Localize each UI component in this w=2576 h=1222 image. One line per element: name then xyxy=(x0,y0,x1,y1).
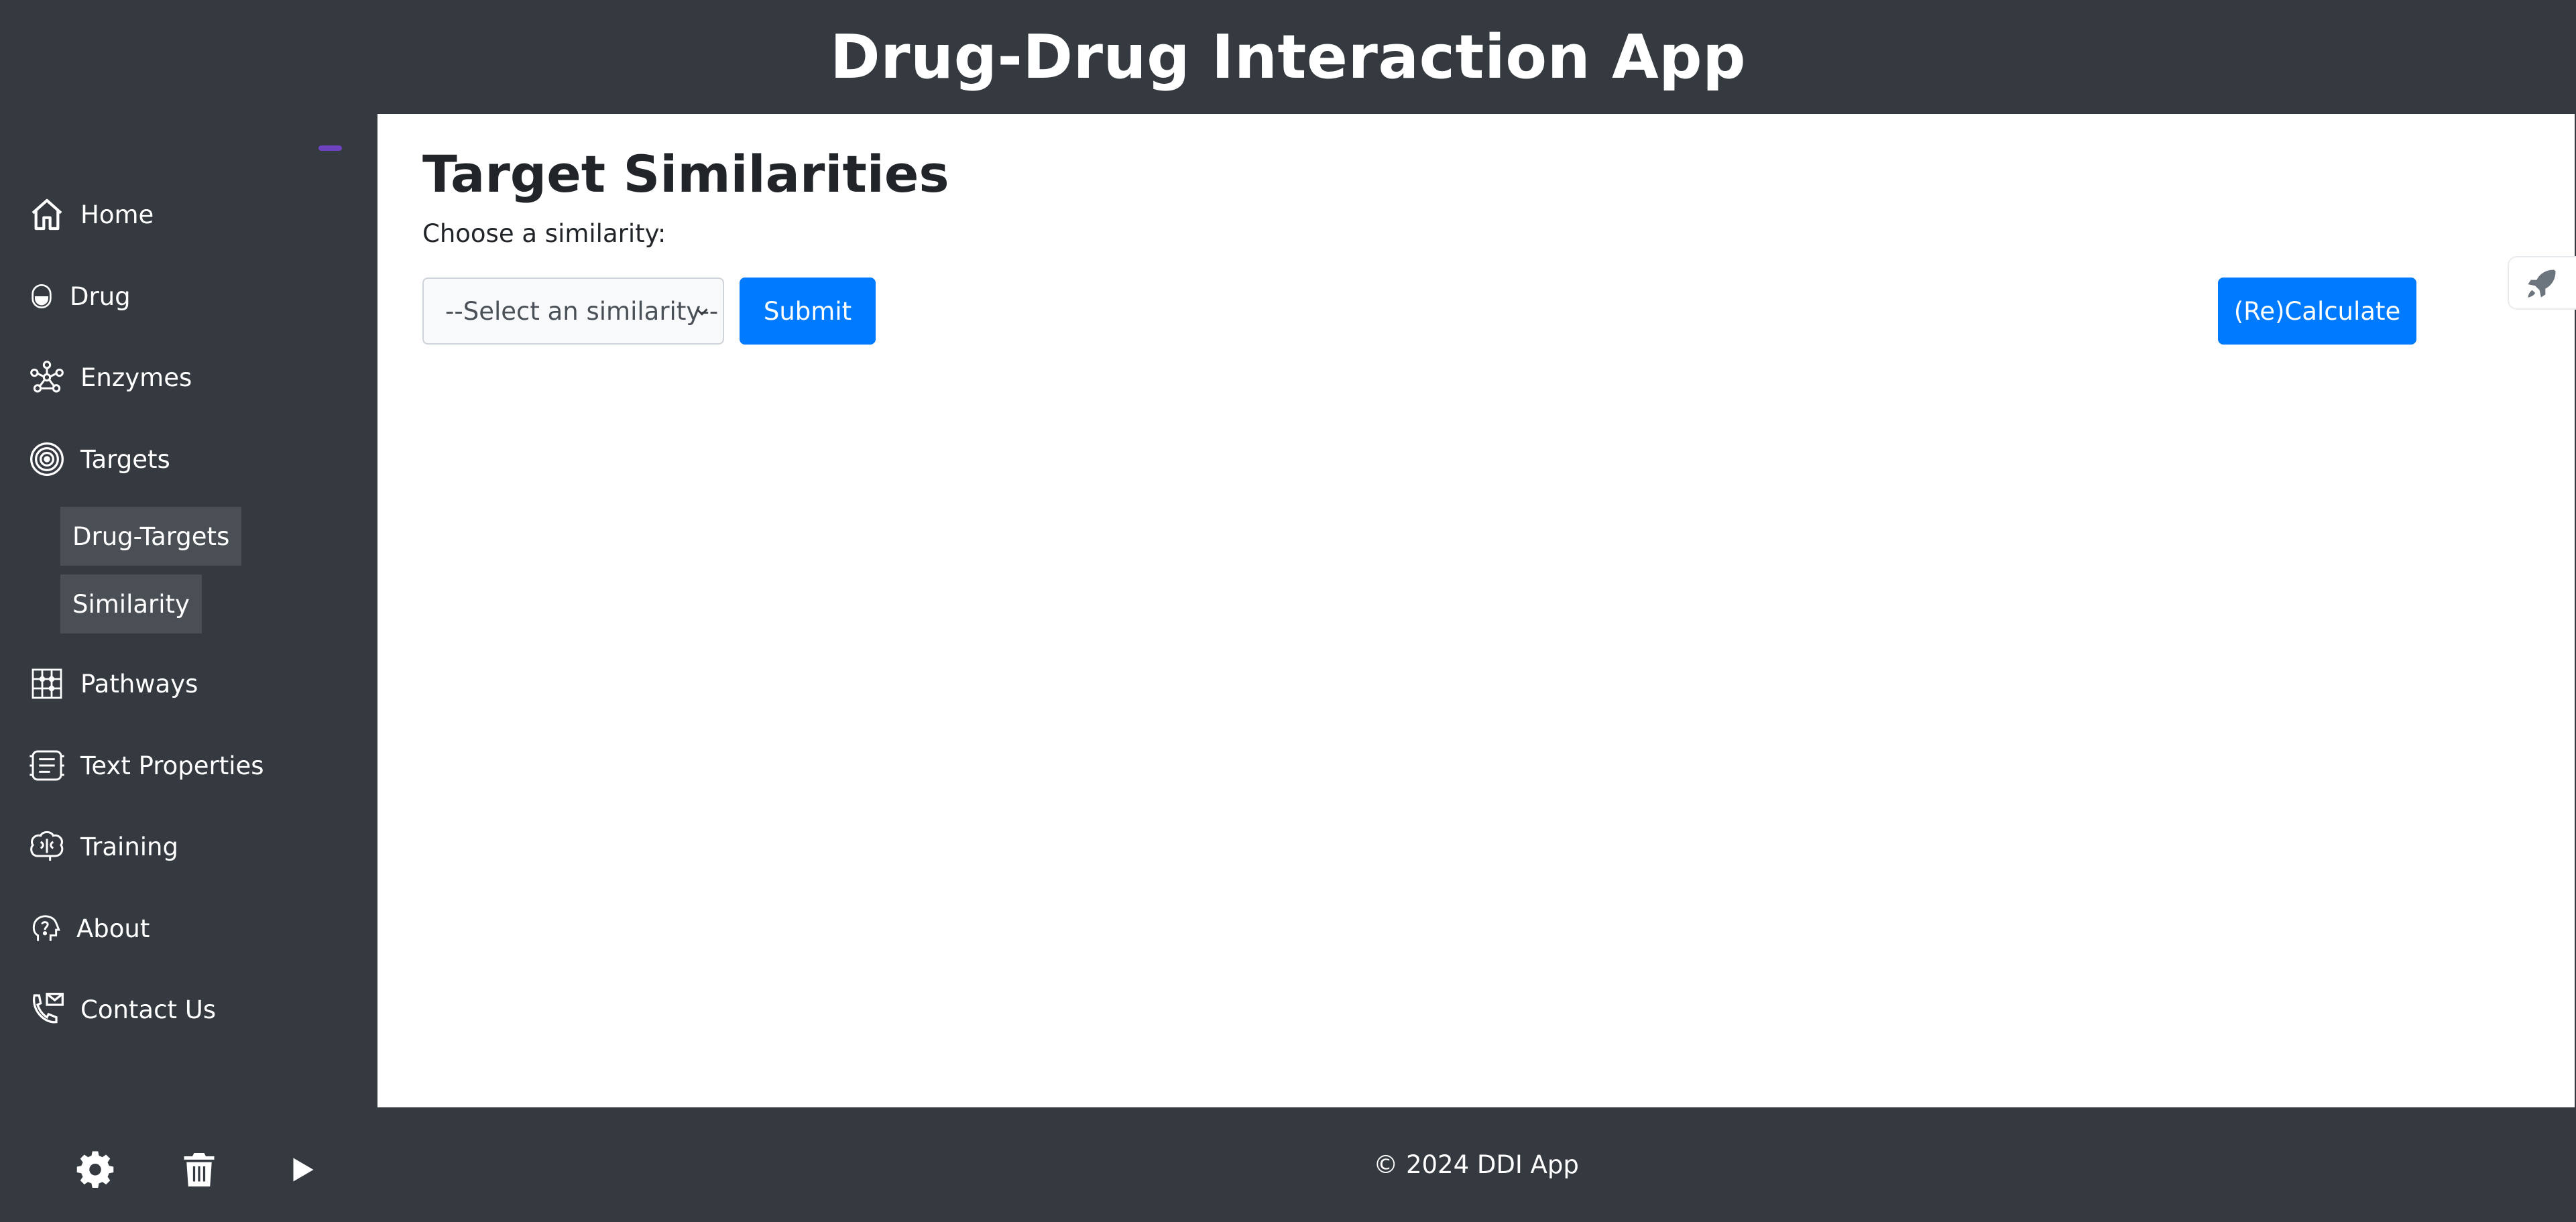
sidebar-item-about[interactable]: About xyxy=(28,902,150,955)
sidebar-item-label: Pathways xyxy=(80,669,198,698)
sidebar-bottom-toolbar xyxy=(0,1126,377,1213)
sidebar-item-label: Drug xyxy=(70,282,131,311)
submit-button[interactable]: Submit xyxy=(740,278,876,345)
home-icon xyxy=(32,198,62,231)
question-head-icon xyxy=(32,915,60,941)
sidebar: Home Drug Enzymes Targets Drug-Targets S… xyxy=(0,114,377,1222)
sidebar-item-label: Contact Us xyxy=(80,995,217,1024)
app-header: Drug-Drug Interaction App xyxy=(0,0,2576,114)
choose-similarity-label: Choose a similarity: xyxy=(422,219,666,248)
sidebar-item-pathways[interactable]: Pathways xyxy=(28,657,198,711)
sidebar-subitem-similarity[interactable]: Similarity xyxy=(60,574,202,633)
pill-icon xyxy=(32,284,52,308)
page-title: Target Similarities xyxy=(422,144,949,204)
brain-icon xyxy=(30,831,64,861)
similarity-select-value: --Select an similarity-- xyxy=(445,296,719,326)
sidebar-item-label: Home xyxy=(80,200,154,229)
sidebar-item-contact-us[interactable]: Contact Us xyxy=(28,983,216,1036)
target-icon xyxy=(30,442,64,476)
pathway-grid-icon xyxy=(32,668,62,699)
enzyme-network-icon xyxy=(30,361,64,393)
sidebar-item-label: Training xyxy=(80,832,178,861)
sidebar-item-text-properties[interactable]: Text Properties xyxy=(28,739,264,792)
main-content: Target Similarities Choose a similarity:… xyxy=(377,114,2575,1107)
sidebar-item-label: About xyxy=(76,914,150,943)
floating-tool-button[interactable] xyxy=(2508,256,2576,310)
sidebar-item-enzymes[interactable]: Enzymes xyxy=(28,351,192,404)
sidebar-item-home[interactable]: Home xyxy=(28,188,154,241)
sidebar-item-training[interactable]: Training xyxy=(28,820,178,873)
sidebar-item-label: Enzymes xyxy=(80,363,192,392)
sidebar-item-label: Text Properties xyxy=(80,751,264,780)
app-title: Drug-Drug Interaction App xyxy=(829,21,1747,93)
rocket-icon xyxy=(2528,269,2556,298)
sidebar-item-drug[interactable]: Drug xyxy=(28,269,131,323)
sidebar-item-label: Targets xyxy=(80,444,170,474)
similarity-select[interactable]: --Select an similarity-- xyxy=(422,278,724,345)
sidebar-subitem-drug-targets[interactable]: Drug-Targets xyxy=(60,507,242,566)
sidebar-item-targets[interactable]: Targets xyxy=(28,432,170,486)
sidebar-collapse-toggle[interactable] xyxy=(318,145,342,151)
chevron-down-icon xyxy=(696,308,708,316)
phone-mail-icon xyxy=(32,993,64,1024)
play-icon[interactable] xyxy=(282,1150,322,1190)
text-circuit-icon xyxy=(30,750,64,781)
trash-icon[interactable] xyxy=(179,1150,219,1190)
recalculate-button[interactable]: (Re)Calculate xyxy=(2218,278,2416,345)
app-footer: © 2024 DDI App xyxy=(377,1107,2575,1222)
footer-text: © 2024 DDI App xyxy=(1373,1150,1579,1179)
gear-icon[interactable] xyxy=(75,1150,115,1190)
